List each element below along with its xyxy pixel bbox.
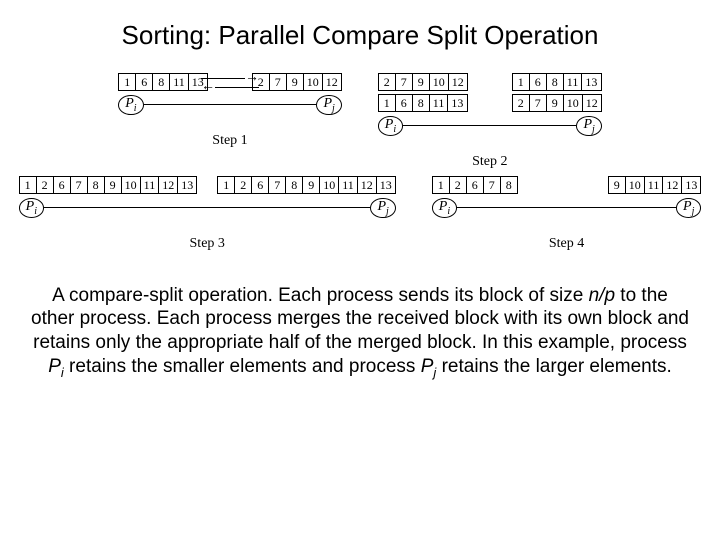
step2-left-top-block: 2791012 xyxy=(378,73,468,91)
proc-node-j: Pj xyxy=(370,198,395,218)
cell: 6 xyxy=(467,177,484,193)
cell: 13 xyxy=(582,74,600,90)
cell: 1 xyxy=(379,95,396,111)
cell: 2 xyxy=(450,177,467,193)
cell: 9 xyxy=(287,74,304,90)
row-2: 12678910111213 12678910111213 Pi Pj Step… xyxy=(0,176,720,252)
proc-node-i: Pi xyxy=(19,198,44,218)
cell: 11 xyxy=(645,177,664,193)
cell: 9 xyxy=(303,177,320,193)
proc-connector: Pi Pj xyxy=(19,198,396,218)
cell: 9 xyxy=(609,177,626,193)
cell: 7 xyxy=(484,177,501,193)
cell: 11 xyxy=(564,74,583,90)
proc-connector: Pi Pj xyxy=(118,95,342,115)
cell: 7 xyxy=(71,177,88,193)
cell: 10 xyxy=(320,177,339,193)
step2-left-bottom-block: 1681113 xyxy=(378,94,468,112)
cell: 8 xyxy=(153,74,170,90)
cell: 12 xyxy=(159,177,178,193)
cell: 7 xyxy=(269,177,286,193)
cell: 10 xyxy=(626,177,645,193)
cell: 6 xyxy=(530,74,547,90)
exchange-arrows xyxy=(201,74,259,90)
cell: 6 xyxy=(252,177,269,193)
panel-step-3: 12678910111213 12678910111213 Pi Pj Step… xyxy=(19,176,396,252)
cell: 10 xyxy=(564,95,583,111)
cell: 10 xyxy=(304,74,323,90)
proc-node-i: Pi xyxy=(378,116,403,136)
cell: 6 xyxy=(396,95,413,111)
cell: 2 xyxy=(379,74,396,90)
cell: 13 xyxy=(682,177,700,193)
cell: 12 xyxy=(583,95,601,111)
cell: 9 xyxy=(413,74,430,90)
cell: 12 xyxy=(663,177,682,193)
panel-step-4: 12678 910111213 Pi Pj Step 4 xyxy=(432,176,702,252)
cell: 12 xyxy=(449,74,467,90)
cell: 1 xyxy=(433,177,450,193)
cell: 13 xyxy=(178,177,196,193)
proc-node-j: Pj xyxy=(576,116,601,136)
cell: 9 xyxy=(105,177,122,193)
cell: 13 xyxy=(377,177,395,193)
cell: 11 xyxy=(339,177,358,193)
step2-right-top-block: 1681113 xyxy=(512,73,602,91)
cell: 2 xyxy=(253,74,270,90)
step3-label: Step 3 xyxy=(190,236,225,252)
cell: 11 xyxy=(170,74,189,90)
step4-right-block: 910111213 xyxy=(608,176,702,194)
step4-left-block: 12678 xyxy=(432,176,518,194)
step3-left-block: 12678910111213 xyxy=(19,176,198,194)
cell: 7 xyxy=(396,74,413,90)
cell: 9 xyxy=(547,95,564,111)
cell: 8 xyxy=(501,177,517,193)
cell: 8 xyxy=(547,74,564,90)
cell: 6 xyxy=(54,177,71,193)
cell: 7 xyxy=(530,95,547,111)
cell: 13 xyxy=(448,95,466,111)
cell: 8 xyxy=(286,177,303,193)
cell: 10 xyxy=(122,177,141,193)
panel-step-1: 1681113 2791012 Pi Pj Step 1 xyxy=(118,73,342,170)
cell: 8 xyxy=(88,177,105,193)
proc-node-i: Pi xyxy=(432,198,457,218)
cell: 6 xyxy=(136,74,153,90)
proc-connector: Pi Pj xyxy=(378,116,602,136)
cell: 1 xyxy=(119,74,136,90)
proc-node-i: Pi xyxy=(118,95,143,115)
cell: 1 xyxy=(513,74,530,90)
proc-connector: Pi Pj xyxy=(432,198,702,218)
cell: 12 xyxy=(358,177,377,193)
proc-node-j: Pj xyxy=(316,95,341,115)
step1-label: Step 1 xyxy=(212,133,247,149)
cell: 11 xyxy=(141,177,160,193)
cell: 8 xyxy=(413,95,430,111)
proc-node-j: Pj xyxy=(676,198,701,218)
step1-left-block: 1681113 xyxy=(118,73,208,91)
cell: 7 xyxy=(270,74,287,90)
figure-caption: A compare-split operation. Each process … xyxy=(28,284,692,381)
row-1: 1681113 2791012 Pi Pj Step 1 2791012 168… xyxy=(0,73,720,170)
cell: 12 xyxy=(323,74,341,90)
cell: 11 xyxy=(430,95,449,111)
cell: 2 xyxy=(235,177,252,193)
step2-label: Step 2 xyxy=(472,154,507,170)
step2-right-bottom-block: 2791012 xyxy=(512,94,602,112)
cell: 2 xyxy=(513,95,530,111)
cell: 1 xyxy=(20,177,37,193)
cell: 10 xyxy=(430,74,449,90)
cell: 2 xyxy=(37,177,54,193)
step1-right-block: 2791012 xyxy=(252,73,342,91)
step3-right-block: 12678910111213 xyxy=(217,176,396,194)
page-title: Sorting: Parallel Compare Split Operatio… xyxy=(0,20,720,51)
panel-step-2: 2791012 1681113 1681113 2791012 Pi Pj St… xyxy=(378,73,602,170)
step4-label: Step 4 xyxy=(549,236,584,252)
cell: 13 xyxy=(189,74,207,90)
cell: 1 xyxy=(218,177,235,193)
